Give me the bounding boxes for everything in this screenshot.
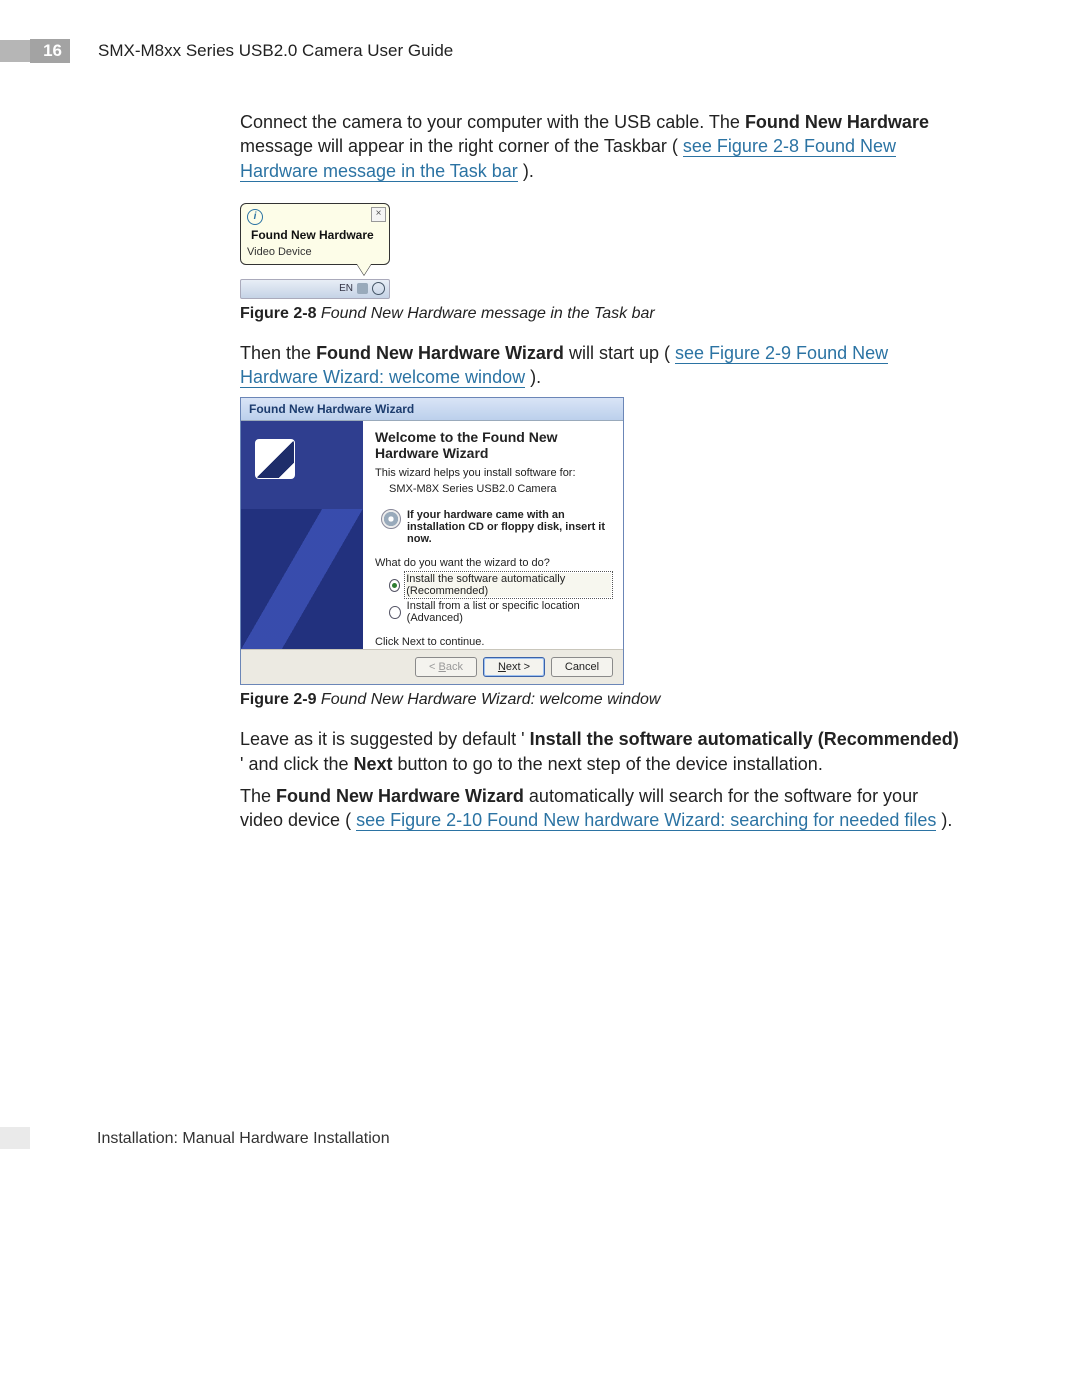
found-new-hardware-balloon: × i Found New Hardware Video Device	[240, 203, 390, 265]
cd-icon	[381, 509, 401, 529]
wizard-cd-note: If your hardware came with an installati…	[381, 509, 611, 545]
wizard-cd-text: If your hardware came with an installati…	[407, 509, 611, 545]
text-bold: Found New Hardware Wizard	[316, 343, 564, 363]
wizard-question: What do you want the wizard to do?	[375, 557, 611, 569]
clock-icon[interactable]	[372, 282, 385, 295]
wizard-titlebar: Found New Hardware Wizard	[241, 398, 623, 421]
balloon-body: Video Device	[247, 246, 383, 258]
text: Leave as it is suggested by default '	[240, 729, 525, 749]
info-icon: i	[247, 209, 263, 225]
text: ext >	[506, 661, 530, 673]
text: ).	[941, 810, 952, 830]
wizard-intro: This wizard helps you install software f…	[375, 467, 611, 479]
wizard-body: Welcome to the Found New Hardware Wizard…	[241, 421, 623, 649]
wizard-sidebar	[241, 421, 363, 649]
paragraph-4: The Found New Hardware Wizard automatica…	[240, 784, 960, 833]
text: B	[439, 661, 446, 673]
caption-text: Found New Hardware message in the Task b…	[321, 305, 655, 322]
volume-icon[interactable]	[357, 283, 368, 294]
radio-dot-icon	[389, 606, 401, 619]
link-figure-2-10[interactable]: see Figure 2-10 Found New hardware Wizar…	[356, 810, 936, 831]
left-margin-tab	[0, 40, 30, 62]
caption-text: Found New Hardware Wizard: welcome windo…	[321, 691, 661, 708]
document-title: SMX-M8xx Series USB2.0 Camera User Guide	[98, 41, 453, 61]
text: ack	[446, 661, 463, 673]
text: button to go to the next step of the dev…	[398, 754, 823, 774]
balloon-tail	[357, 264, 371, 275]
next-button[interactable]: Next >	[483, 657, 545, 677]
close-icon[interactable]: ×	[371, 207, 386, 222]
radio-install-auto[interactable]: Install the software automatically (Reco…	[389, 573, 611, 597]
figure-2-8-caption: Figure 2-8 Found New Hardware message in…	[240, 305, 960, 323]
balloon-title: Found New Hardware	[251, 228, 374, 242]
text-bold: Next	[354, 754, 393, 774]
page-content: Connect the camera to your computer with…	[240, 110, 960, 841]
radio-dot-selected-icon	[389, 579, 400, 592]
radio-label: Install from a list or specific location…	[407, 600, 611, 624]
text: Connect the camera to your computer with…	[240, 112, 745, 132]
wizard-heading: Welcome to the Found New Hardware Wizard	[375, 429, 611, 461]
text-bold: Found New Hardware Wizard	[276, 786, 524, 806]
text: The	[240, 786, 276, 806]
back-button: < Back	[415, 657, 477, 677]
text-bold: Install the software automatically (Reco…	[530, 729, 959, 749]
radio-label: Install the software automatically (Reco…	[406, 573, 611, 597]
figure-2-8: × i Found New Hardware Video Device EN	[240, 203, 390, 299]
cancel-button[interactable]: Cancel	[551, 657, 613, 677]
text: <	[429, 661, 438, 673]
document-page: 16 SMX-M8xx Series USB2.0 Camera User Gu…	[0, 0, 1080, 1397]
text: message will appear in the right corner …	[240, 136, 678, 156]
wizard-continue: Click Next to continue.	[375, 636, 611, 648]
tray-lang[interactable]: EN	[339, 283, 353, 294]
text: ' and click the	[240, 754, 354, 774]
page-header: 16 SMX-M8xx Series USB2.0 Camera User Gu…	[30, 40, 453, 62]
wizard-device: SMX-M8X Series USB2.0 Camera	[389, 483, 611, 495]
paragraph-2: Then the Found New Hardware Wizard will …	[240, 341, 960, 390]
text: ).	[530, 367, 541, 387]
hardware-icon	[255, 439, 295, 479]
text: N	[498, 661, 506, 673]
radio-install-list[interactable]: Install from a list or specific location…	[389, 600, 611, 624]
text-bold: Found New Hardware	[745, 112, 929, 132]
left-margin-tab-bottom	[0, 1127, 30, 1149]
found-new-hardware-wizard-window: Found New Hardware Wizard Welcome to the…	[240, 397, 624, 685]
caption-label: Figure 2-8	[240, 305, 316, 322]
page-footer: Installation: Manual Hardware Installati…	[97, 1130, 390, 1148]
paragraph-3: Leave as it is suggested by default ' In…	[240, 727, 960, 776]
text: Then the	[240, 343, 316, 363]
caption-label: Figure 2-9	[240, 691, 316, 708]
system-tray: EN	[240, 279, 390, 299]
wizard-main: Welcome to the Found New Hardware Wizard…	[363, 421, 623, 649]
figure-2-9-caption: Figure 2-9 Found New Hardware Wizard: we…	[240, 691, 960, 709]
text: ).	[523, 161, 534, 181]
paragraph-1: Connect the camera to your computer with…	[240, 110, 960, 183]
wizard-sidebar-art	[241, 509, 363, 649]
page-number: 16	[30, 39, 70, 63]
text: will start up (	[569, 343, 670, 363]
wizard-footer: < Back Next > Cancel	[241, 649, 623, 684]
